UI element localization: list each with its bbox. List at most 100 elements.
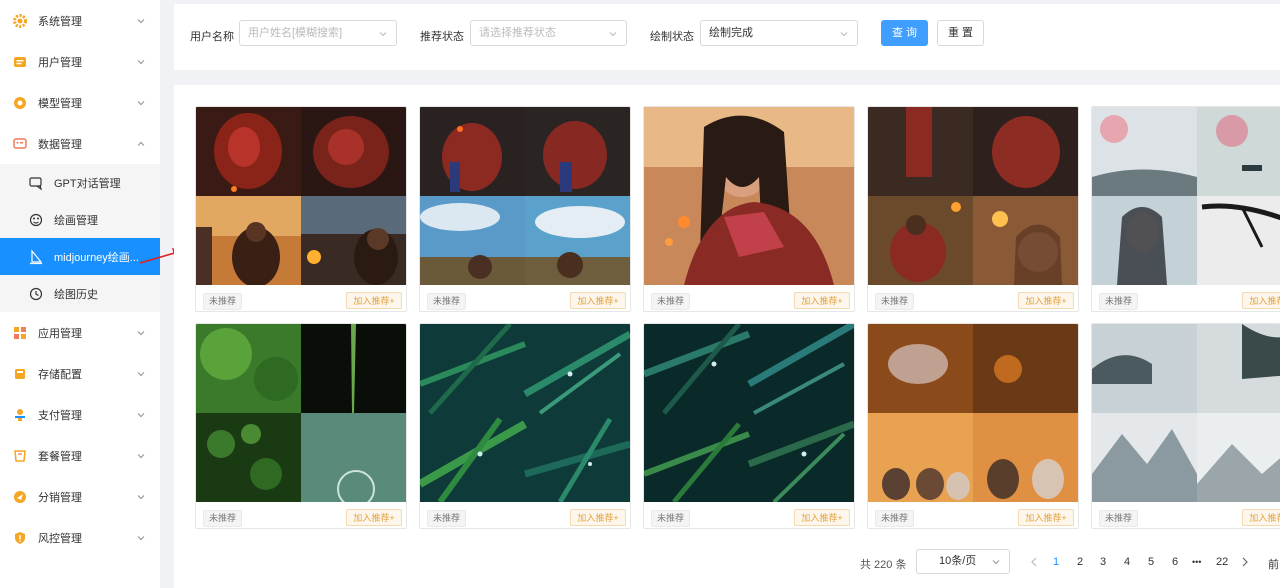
- chevron-down-icon: [840, 32, 848, 37]
- recommend-select[interactable]: 请选择推荐状态: [470, 20, 627, 46]
- chevron-down-icon: [137, 453, 145, 458]
- chevron-down-icon: [137, 59, 145, 64]
- generated-image[interactable]: [644, 324, 854, 502]
- add-recommend-button[interactable]: 加入推荐+: [1018, 509, 1074, 526]
- menu-label: 模型管理: [38, 97, 82, 110]
- chevron-down-icon: [137, 371, 145, 376]
- submenu-drawing[interactable]: 绘画管理: [0, 201, 160, 238]
- page-number[interactable]: 1: [1053, 556, 1059, 568]
- image-card: 未推荐 加入推荐+: [195, 106, 407, 312]
- page-number[interactable]: 4: [1124, 556, 1130, 568]
- status-badge: 未推荐: [427, 293, 467, 310]
- chevron-down-icon: [137, 18, 145, 23]
- add-recommend-button[interactable]: 加入推荐+: [1018, 292, 1074, 309]
- status-badge: 未推荐: [875, 293, 915, 310]
- add-recommend-button[interactable]: 加入推荐+: [794, 292, 850, 309]
- menu-risk[interactable]: 风控管理: [0, 517, 160, 558]
- menu-label: 支付管理: [38, 409, 82, 422]
- draw-status-label: 绘制状态: [650, 31, 694, 43]
- generated-image[interactable]: [420, 107, 630, 285]
- add-recommend-button[interactable]: 加入推荐+: [346, 509, 402, 526]
- page-number[interactable]: 22: [1216, 556, 1228, 568]
- menu-apps[interactable]: 应用管理: [0, 312, 160, 353]
- filter-bar: 用户名称 用户姓名[模糊搜索] 推荐状态 请选择推荐状态 绘制状态 绘制完成 查…: [174, 4, 1280, 70]
- submenu-midjourney[interactable]: midjourney绘画...: [0, 238, 160, 275]
- add-recommend-button[interactable]: 加入推荐+: [1242, 292, 1280, 309]
- generated-image[interactable]: [868, 324, 1078, 502]
- draw-status-select[interactable]: 绘制完成: [700, 20, 858, 46]
- generated-image[interactable]: [196, 324, 406, 502]
- status-badge: 未推荐: [203, 510, 243, 527]
- menu-label: 风控管理: [38, 532, 82, 545]
- status-badge: 未推荐: [651, 510, 691, 527]
- recommend-placeholder: 请选择推荐状态: [479, 27, 556, 39]
- chevron-down-icon: [379, 32, 387, 37]
- generated-image[interactable]: [196, 107, 406, 285]
- image-card: 未推荐 加入推荐+: [867, 106, 1079, 312]
- status-badge: 未推荐: [875, 510, 915, 527]
- page-ellipsis[interactable]: •••: [1192, 557, 1201, 567]
- menu-label: 用户管理: [38, 56, 82, 69]
- page-number[interactable]: 5: [1148, 556, 1154, 568]
- menu-distribution[interactable]: 分销管理: [0, 476, 160, 517]
- menu-storage[interactable]: 存储配置: [0, 353, 160, 394]
- menu-label: 分销管理: [38, 491, 82, 504]
- generated-image[interactable]: [420, 324, 630, 502]
- chevron-down-icon: [137, 100, 145, 105]
- status-badge: 未推荐: [651, 293, 691, 310]
- page-number[interactable]: 6: [1172, 556, 1178, 568]
- sidebar: 系统管理 用户管理 模型管理 数据管理 GPT对话管理 绘画管理 midjour…: [0, 0, 160, 588]
- image-card: 未推荐 加入推荐+: [1091, 323, 1280, 529]
- payment-icon: [12, 407, 28, 423]
- storage-icon: [12, 366, 28, 382]
- package-icon: [12, 448, 28, 464]
- search-button[interactable]: 查 询: [881, 20, 928, 46]
- page-size-select[interactable]: 10条/页: [916, 549, 1010, 574]
- reset-button[interactable]: 重 置: [937, 20, 984, 46]
- menu-models[interactable]: 模型管理: [0, 82, 160, 123]
- username-input[interactable]: 用户姓名[模糊搜索]: [239, 20, 397, 46]
- chevron-down-icon: [137, 412, 145, 417]
- image-card: 未推荐 加入推荐+: [195, 323, 407, 529]
- apps-icon: [12, 325, 28, 341]
- status-badge: 未推荐: [1099, 293, 1139, 310]
- distribution-icon: [12, 489, 28, 505]
- history-icon: [28, 286, 44, 302]
- menu-data[interactable]: 数据管理: [0, 123, 160, 164]
- menu-label: 套餐管理: [38, 450, 82, 463]
- menu-system[interactable]: 系统管理: [0, 0, 160, 41]
- menu-payment[interactable]: 支付管理: [0, 394, 160, 435]
- next-page-icon[interactable]: [1241, 557, 1249, 567]
- generated-image[interactable]: [868, 107, 1078, 285]
- draw-status-value: 绘制完成: [709, 27, 753, 39]
- prev-page-icon[interactable]: [1030, 557, 1038, 567]
- page-number[interactable]: 3: [1100, 556, 1106, 568]
- add-recommend-button[interactable]: 加入推荐+: [570, 509, 626, 526]
- generated-image[interactable]: [644, 107, 854, 285]
- username-placeholder: 用户姓名[模糊搜索]: [248, 27, 343, 39]
- page-number[interactable]: 2: [1077, 556, 1083, 568]
- content-panel: 未推荐 加入推荐+ 未推荐 加入推荐+ 未推荐 加入推荐+ 未推荐 加入推荐+: [174, 85, 1280, 588]
- status-badge: 未推荐: [1099, 510, 1139, 527]
- generated-image[interactable]: [1092, 107, 1280, 285]
- submenu-label: midjourney绘画...: [54, 251, 139, 264]
- menu-label: 数据管理: [38, 138, 82, 151]
- username-label: 用户名称: [190, 31, 234, 43]
- image-card: 未推荐 加入推荐+: [419, 106, 631, 312]
- chevron-up-icon: [137, 141, 145, 146]
- image-card: 未推荐 加入推荐+: [643, 323, 855, 529]
- page-size-value: 10条/页: [939, 555, 977, 567]
- generated-image[interactable]: [1092, 324, 1280, 502]
- submenu-history[interactable]: 绘图历史: [0, 275, 160, 312]
- image-card: 未推荐 加入推荐+: [419, 323, 631, 529]
- add-recommend-button[interactable]: 加入推荐+: [570, 292, 626, 309]
- add-recommend-button[interactable]: 加入推荐+: [1242, 509, 1280, 526]
- submenu-gpt-chat[interactable]: GPT对话管理: [0, 164, 160, 201]
- add-recommend-button[interactable]: 加入推荐+: [346, 292, 402, 309]
- image-card: 未推荐 加入推荐+: [867, 323, 1079, 529]
- menu-users[interactable]: 用户管理: [0, 41, 160, 82]
- menu-packages[interactable]: 套餐管理: [0, 435, 160, 476]
- status-badge: 未推荐: [427, 510, 467, 527]
- add-recommend-button[interactable]: 加入推荐+: [794, 509, 850, 526]
- chat-icon: [28, 175, 44, 191]
